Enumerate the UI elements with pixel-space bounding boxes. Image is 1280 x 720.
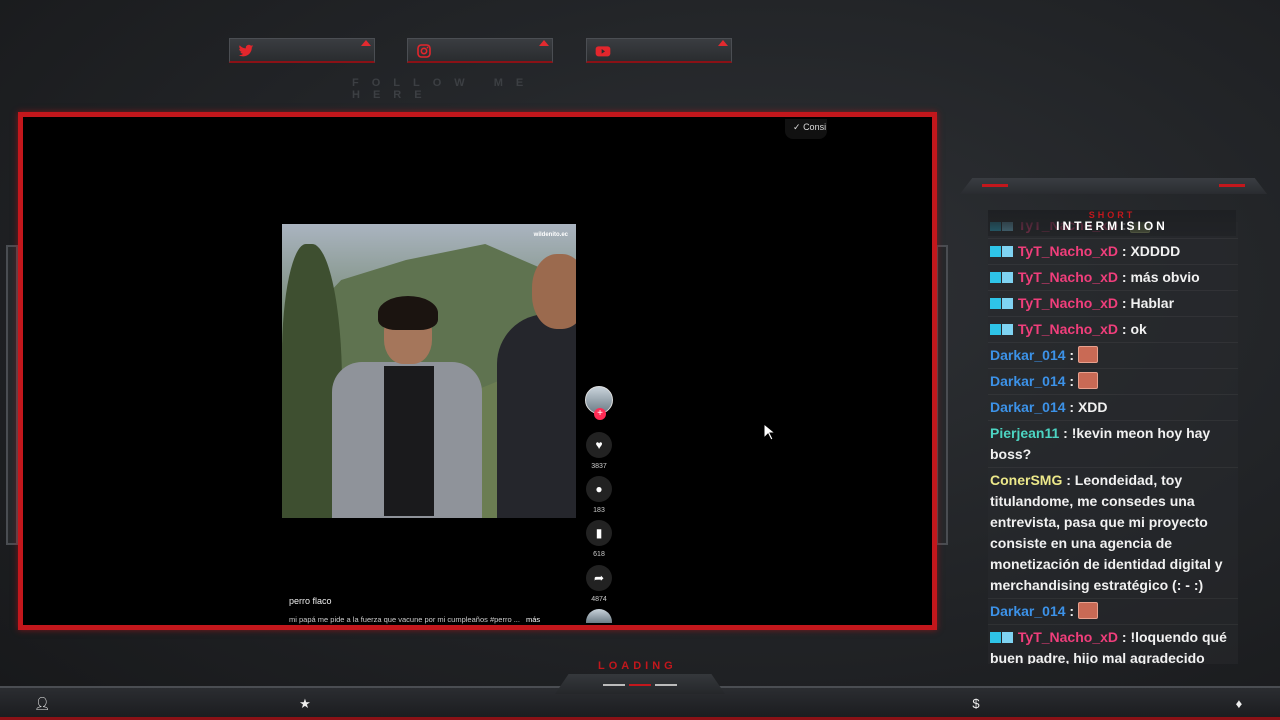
chat-message: ConerSMG : Leondeidad, toy titulandome, …	[988, 468, 1238, 599]
chat-message: TyT_Nacho_xD : !loquendo qué buen padre,…	[988, 625, 1238, 664]
dash	[603, 684, 625, 686]
badge-icon	[1002, 246, 1013, 257]
chat-text: ok	[1130, 321, 1147, 337]
chat-message: Darkar_014 :	[988, 343, 1238, 369]
person-left	[332, 296, 482, 518]
creator-avatar[interactable]: +	[585, 386, 613, 420]
chat-message: Darkar_014 :	[988, 369, 1238, 395]
chat-message: TyT_Nacho_xD : Hablar	[988, 291, 1238, 317]
youtube-icon	[595, 46, 611, 57]
badge-icon	[1002, 324, 1013, 335]
jacket-shape	[497, 314, 576, 518]
badge-icon	[990, 632, 1001, 643]
chat-username[interactable]: TyT_Nacho_xD	[1018, 269, 1118, 285]
chat-username[interactable]: Darkar_014	[990, 603, 1066, 619]
chat-message: Darkar_014 :	[988, 599, 1238, 625]
red-accent	[982, 184, 1008, 187]
share-button[interactable]: ➦ 4874	[585, 565, 613, 603]
chat-username[interactable]: TyT_Nacho_xD	[1018, 321, 1118, 337]
twitter-bar[interactable]	[229, 38, 375, 63]
dash	[655, 684, 677, 686]
chat-message: TyT_Nacho_xD : ok	[988, 317, 1238, 343]
like-button[interactable]: ♥ 3837	[585, 432, 613, 470]
badge-icon	[1002, 298, 1013, 309]
chat-username[interactable]: Darkar_014	[990, 373, 1066, 389]
chat-message: Pierjean11 : !kevin meon hoy hay boss?	[988, 421, 1238, 468]
bottom-center-deco	[555, 674, 725, 694]
head-shape	[532, 254, 576, 329]
instagram-bar[interactable]	[407, 38, 553, 63]
chat-username[interactable]: TyT_Nacho_xD	[1018, 629, 1118, 645]
chat-username[interactable]: TyT_Nacho_xD	[1018, 295, 1118, 311]
chat-text: más obvio	[1130, 269, 1200, 285]
follow-me-text: FOLLOW ME HERE	[352, 77, 537, 101]
comment-icon: ●	[586, 476, 612, 502]
badge-icon	[990, 246, 1001, 257]
chat-text: Leondeidad, toy titulandome, me consedes…	[990, 472, 1223, 593]
chat-text: XDD	[1077, 399, 1108, 415]
chat-username[interactable]: TyT_Nacho_xD	[1018, 243, 1118, 259]
top-pill[interactable]: ✓ Consi	[785, 119, 827, 139]
frame-left-bracket	[6, 245, 18, 545]
hair-shape	[378, 296, 438, 330]
video-player[interactable]: wildenito.ec	[282, 224, 576, 518]
heart-icon: ♥	[586, 432, 612, 458]
save-button[interactable]: ▮ 618	[585, 520, 613, 558]
video-watermark: wildenito.ec	[533, 232, 568, 238]
dollar-icon[interactable]: $	[968, 696, 984, 712]
badge-icon	[990, 298, 1001, 309]
frame-right-bracket	[936, 245, 948, 545]
share-count: 4874	[591, 596, 607, 603]
red-accent	[1219, 184, 1245, 187]
badge-icon	[990, 272, 1001, 283]
description-text: mi papá me pide a la fuerza que vacune p…	[289, 615, 520, 624]
more-link[interactable]: más	[526, 615, 540, 624]
chat-top-decoration	[960, 178, 1267, 194]
emote-icon	[1077, 372, 1098, 389]
corner-marker	[539, 40, 549, 46]
top-pill-label: Consi	[803, 122, 827, 132]
person-right	[497, 254, 576, 518]
comment-button[interactable]: ● 183	[585, 476, 613, 514]
dash-active	[629, 684, 651, 686]
follow-plus-icon[interactable]: +	[594, 408, 606, 420]
user-icon[interactable]: 👤︎	[34, 696, 51, 712]
chat-text: XDDDD	[1130, 243, 1181, 259]
check-circle-icon: ✓	[793, 122, 801, 132]
chat-message: TyT_Nacho_xD : XDDDD	[988, 239, 1238, 265]
bookmark-icon: ▮	[586, 520, 612, 546]
chat-username[interactable]: ConerSMG	[990, 472, 1062, 488]
comment-count: 183	[593, 507, 605, 514]
save-count: 618	[593, 551, 605, 558]
chat-username[interactable]: Pierjean11	[990, 425, 1059, 441]
youtube-bar[interactable]	[586, 38, 732, 63]
star-icon[interactable]: ★	[297, 696, 313, 712]
drop-icon[interactable]: ♦	[1231, 696, 1247, 712]
shirt-shape	[384, 366, 434, 516]
instagram-icon	[417, 44, 431, 58]
chat-message: TyT_Nacho_xD : más obvio	[988, 265, 1238, 291]
badge-icon	[990, 324, 1001, 335]
share-icon: ➦	[586, 565, 612, 591]
corner-marker	[361, 40, 371, 46]
video-title: perro flaco	[289, 596, 332, 606]
chat-header: SHORT INTERMISION	[988, 210, 1236, 236]
like-count: 3837	[591, 463, 607, 470]
chat-text: Hablar	[1130, 295, 1175, 311]
chat-header-title: INTERMISION	[1056, 219, 1168, 233]
chat-message: Darkar_014 : XDD	[988, 395, 1238, 421]
mouse-cursor-icon	[763, 423, 775, 441]
corner-marker	[718, 40, 728, 46]
badge-icon	[1002, 272, 1013, 283]
chat-username[interactable]: Darkar_014	[990, 347, 1066, 363]
emote-icon	[1077, 602, 1098, 619]
chat-message-list: TyT_Nacho_xD : TyT_Nacho_xD : XDDDD TyT_…	[988, 222, 1238, 664]
emote-icon	[1077, 346, 1098, 363]
video-description: mi papá me pide a la fuerza que vacune p…	[289, 615, 540, 624]
chat-panel[interactable]: TyT_Nacho_xD : TyT_Nacho_xD : XDDDD TyT_…	[988, 222, 1238, 664]
badge-icon	[1002, 632, 1013, 643]
loading-text: LOADING	[598, 660, 677, 672]
twitter-icon	[238, 44, 254, 57]
chat-username[interactable]: Darkar_014	[990, 399, 1066, 415]
